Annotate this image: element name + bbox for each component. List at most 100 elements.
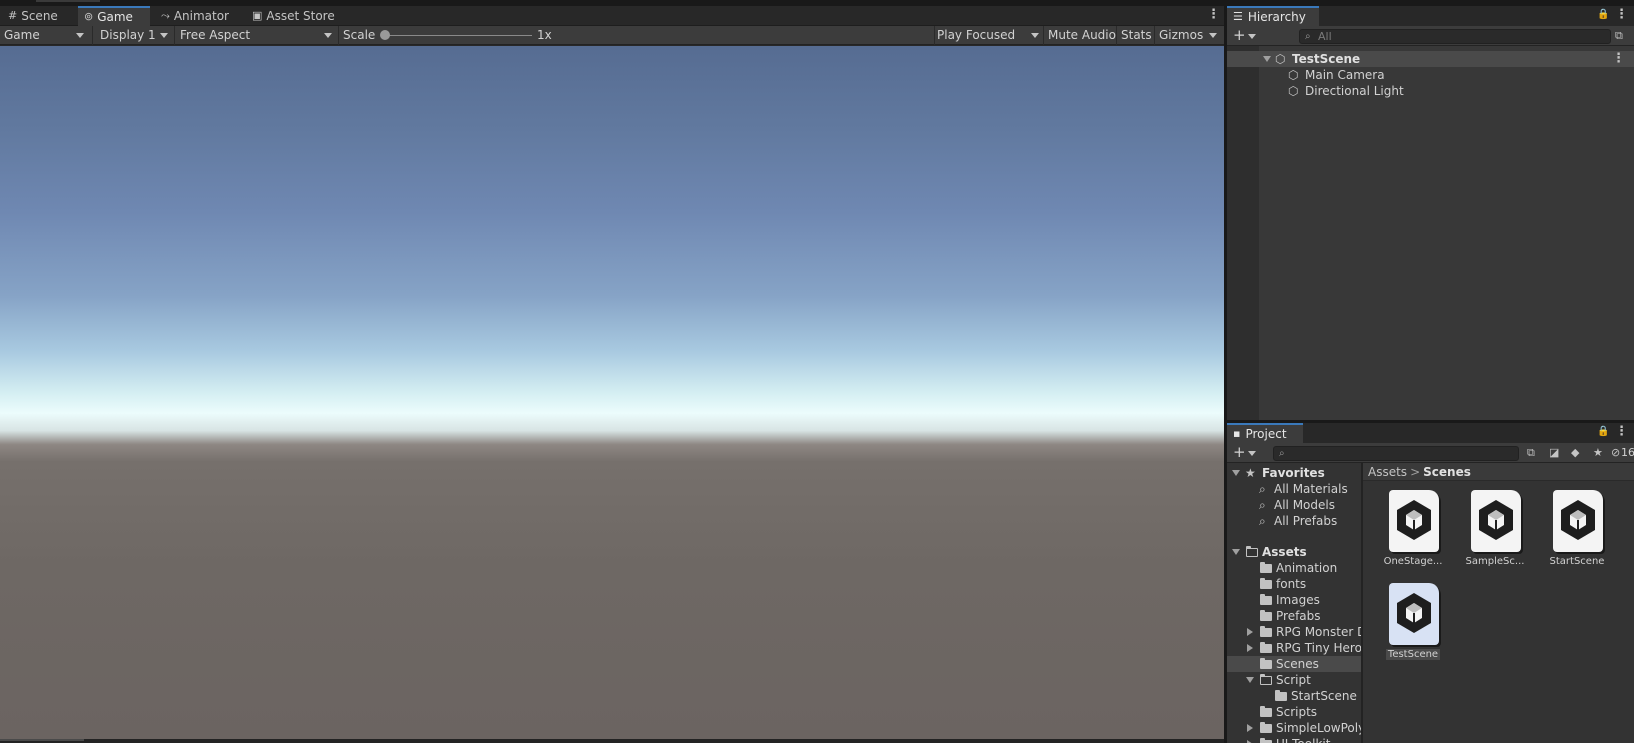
project-panel: ▪ Project 🔒 ⋮ + ⌕ ⧉ ◪ ◆ ★ ⊘ 16 ★ Favorit… — [1227, 423, 1634, 743]
lock-icon[interactable]: 🔒 — [1597, 9, 1609, 20]
gizmos-button[interactable]: Gizmos — [1155, 26, 1203, 45]
dropdown-arrow-icon — [1247, 34, 1256, 39]
expand-arrow-icon[interactable] — [1232, 549, 1240, 555]
folder-label: Script — [1276, 673, 1311, 687]
gizmos-dropdown[interactable] — [1205, 26, 1221, 45]
folder-item-scripts[interactable]: Scripts — [1227, 704, 1361, 720]
filter-by-type-icon[interactable]: ◪ — [1549, 446, 1559, 459]
breadcrumb-root[interactable]: Assets — [1368, 465, 1407, 479]
folder-item-startscene[interactable]: StartScene — [1227, 688, 1361, 704]
favorites-item-all-materials[interactable]: ⌕ All Materials — [1227, 481, 1361, 497]
object-name: Main Camera — [1305, 68, 1385, 82]
tab-hierarchy[interactable]: ☰ Hierarchy — [1227, 6, 1319, 26]
folder-item-script[interactable]: Script — [1227, 672, 1361, 688]
project-tabbar: ▪ Project 🔒 ⋮ — [1227, 423, 1634, 443]
folder-item-simplelowpoly[interactable]: SimpleLowPoly — [1227, 720, 1361, 736]
tab-game[interactable]: ⊚ Game — [78, 6, 150, 26]
folder-item-scenes[interactable]: Scenes — [1227, 656, 1361, 672]
folder-icon — [1260, 562, 1272, 573]
project-create-button[interactable]: + — [1233, 444, 1256, 461]
project-title: Project — [1245, 427, 1287, 441]
scene-asset-onestage[interactable]: OneStage... — [1375, 490, 1451, 576]
favorite-star-icon[interactable]: ★ — [1593, 446, 1603, 459]
dropdown-arrow-icon — [324, 33, 332, 38]
label-tag-icon[interactable]: ◆ — [1571, 446, 1579, 459]
hierarchy-item-main-camera[interactable]: ⬡ Main Camera — [1227, 67, 1634, 83]
folder-open-icon — [1259, 673, 1272, 685]
dropdown-arrow-icon — [160, 33, 168, 38]
scene-asset-samplesc[interactable]: SampleSc... — [1457, 490, 1533, 576]
game-menu-icon[interactable]: ⋮ — [1207, 7, 1220, 22]
folder-icon — [1260, 658, 1272, 669]
search-icon: ⌕ — [1279, 448, 1285, 459]
breadcrumb-current[interactable]: Scenes — [1423, 465, 1471, 479]
folder-item-ui-toolkit[interactable]: UI Toolkit — [1227, 736, 1361, 743]
folder-item-rpg-tiny-hero[interactable]: RPG Tiny Hero — [1227, 640, 1361, 656]
search-icon: ⌕ — [1259, 482, 1266, 496]
scale-slider-track[interactable] — [386, 35, 532, 36]
hierarchy-scene-row[interactable]: ⬡ TestScene ⋮ — [1227, 51, 1634, 67]
folder-icon — [1260, 722, 1272, 733]
tab-scene[interactable]: # Scene — [2, 6, 64, 26]
folder-item-fonts[interactable]: fonts — [1227, 576, 1361, 592]
asset-label: TestScene — [1385, 649, 1441, 660]
favorites-item-label: All Models — [1274, 498, 1335, 512]
unity-scene-file-icon — [1471, 490, 1521, 552]
scene-menu-icon[interactable]: ⋮ — [1612, 51, 1625, 67]
game-bottom-strip — [0, 739, 1224, 743]
plus-icon: + — [1233, 26, 1246, 44]
search-icon: ⌕ — [1259, 498, 1266, 512]
game-viewport[interactable] — [0, 46, 1224, 739]
unity-scene-file-icon — [1389, 583, 1439, 645]
dropdown-arrow-icon — [76, 33, 84, 38]
assets-root[interactable]: Assets — [1227, 544, 1361, 560]
display-label: Display 1 — [100, 28, 156, 42]
hierarchy-item-directional-light[interactable]: ⬡ Directional Light — [1227, 83, 1634, 99]
play-focused-dropdown[interactable]: Play Focused — [933, 26, 1043, 45]
hierarchy-create-button[interactable]: + — [1233, 27, 1256, 44]
hierarchy-search-input[interactable]: ⌕ All — [1299, 29, 1611, 44]
aspect-dropdown[interactable]: Free Aspect — [176, 26, 336, 45]
tab-asset-store[interactable]: ▣ Asset Store — [246, 6, 341, 26]
favorites-item-all-models[interactable]: ⌕ All Models — [1227, 497, 1361, 513]
scale-slider-thumb[interactable] — [380, 30, 390, 40]
expand-arrow-icon[interactable] — [1263, 56, 1271, 62]
hierarchy-panel: ☰ Hierarchy 🔒 ⋮ + ⌕ All ⧉ ⬡ TestScene ⋮ … — [1227, 6, 1634, 420]
plus-icon: + — [1233, 443, 1246, 461]
project-search-input[interactable]: ⌕ — [1273, 446, 1519, 461]
hierarchy-tree: ⬡ TestScene ⋮ ⬡ Main Camera ⬡ Directiona… — [1227, 46, 1634, 420]
collapse-arrow-icon[interactable] — [1246, 677, 1254, 683]
scene-asset-testscene[interactable]: TestScene — [1375, 583, 1451, 669]
folder-item-prefabs[interactable]: Prefabs — [1227, 608, 1361, 624]
mute-audio-button[interactable]: Mute Audio — [1044, 26, 1116, 45]
expand-arrow-icon[interactable] — [1247, 724, 1253, 732]
expand-arrow-icon[interactable] — [1247, 644, 1253, 652]
folder-item-images[interactable]: Images — [1227, 592, 1361, 608]
folder-item-rpg-monster-d[interactable]: RPG Monster D — [1227, 624, 1361, 640]
hierarchy-menu-icon[interactable]: ⋮ — [1615, 7, 1628, 22]
scene-search-icon[interactable]: ⧉ — [1527, 446, 1535, 460]
scene-asset-startscene[interactable]: StartScene — [1539, 490, 1615, 576]
tab-animator[interactable]: ⤳ Animator — [155, 6, 235, 26]
tab-project[interactable]: ▪ Project — [1227, 423, 1303, 443]
hidden-eye-icon[interactable]: ⊘ — [1611, 446, 1620, 459]
expand-arrow-icon[interactable] — [1247, 628, 1253, 636]
folder-label: UI Toolkit — [1276, 736, 1330, 743]
project-folder-tree: ★ Favorites ⌕ All Materials ⌕ All Models… — [1227, 463, 1361, 743]
project-menu-icon[interactable]: ⋮ — [1615, 424, 1628, 439]
lock-icon[interactable]: 🔒 — [1597, 426, 1609, 437]
scene-search-icon[interactable]: ⧉ — [1615, 29, 1623, 43]
play-focused-label: Play Focused — [937, 28, 1016, 42]
display-dropdown[interactable]: Display 1 — [96, 26, 172, 45]
grid-icon: # — [8, 9, 18, 22]
favorites-header[interactable]: ★ Favorites — [1227, 465, 1361, 481]
folder-icon — [1260, 610, 1272, 621]
folder-item-animation[interactable]: Animation — [1227, 560, 1361, 576]
favorites-item-all-prefabs[interactable]: ⌕ All Prefabs — [1227, 513, 1361, 529]
folder-tab-icon: ▪ — [1233, 427, 1241, 440]
expand-arrow-icon[interactable] — [1232, 470, 1240, 476]
game-mode-dropdown[interactable]: Game — [0, 26, 88, 45]
folder-label: RPG Monster D — [1276, 625, 1361, 639]
folder-open-icon — [1245, 545, 1258, 557]
stats-button[interactable]: Stats — [1117, 26, 1152, 45]
